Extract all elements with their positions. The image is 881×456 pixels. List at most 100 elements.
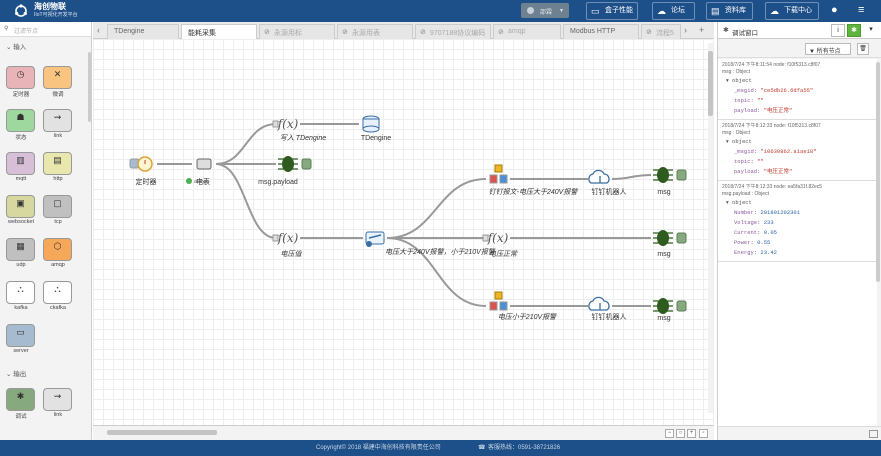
flow-node-fn_volt[interactable]: f(x) — [272, 231, 299, 245]
flow-node-switch[interactable] — [365, 231, 385, 247]
tab-流程5[interactable]: ⊘ 流程5 — [641, 24, 681, 39]
palette-node-icon: ▣ — [16, 198, 25, 208]
flow-node-debug3[interactable] — [653, 230, 687, 246]
palette-section-input[interactable]: ⌄ 输入 — [0, 37, 91, 51]
node-label: 钉钉报文-电压大于240V报警 — [489, 188, 579, 196]
debug-toggle-button[interactable] — [676, 300, 687, 312]
palette-filter-input[interactable]: ⚲ 过滤节点 — [0, 22, 91, 37]
tab-9707188协议编码[interactable]: ⊘ 9707188协议编码 — [415, 24, 491, 39]
tab-Modbus HTTP[interactable]: Modbus HTTP — [563, 24, 639, 39]
wire-meter-fn_td[interactable] — [215, 123, 277, 165]
flow-workspace[interactable]: 定时器 电表 active f(x) 写入 TDengine TDengine msg.pa… — [93, 39, 714, 425]
message-port-right — [499, 301, 508, 311]
box-performance-button[interactable]: ▭ 盒子性能 — [586, 2, 638, 20]
palette-node-微调[interactable]: ✕ — [43, 66, 72, 89]
palette-node-udp[interactable]: ▦ — [6, 238, 35, 261]
debug-message[interactable]: 2018/7/24 下午8:12:33 node: ea5fa31f.82ec5… — [718, 181, 877, 262]
menu-icon[interactable]: ≡ — [858, 4, 864, 16]
palette-node-http[interactable]: ▤ — [43, 152, 72, 175]
flow-node-dd_high[interactable] — [489, 164, 508, 184]
debug-tab-button[interactable]: ✱ — [847, 24, 861, 37]
palette-node-icon: ◷ — [16, 69, 25, 79]
object-key: topic — [734, 158, 751, 165]
palette-node-定时器[interactable]: ◷ — [6, 66, 35, 89]
zoom-in-button[interactable]: + — [687, 429, 696, 438]
palette-node-ckafka[interactable]: ⛬ — [43, 281, 72, 304]
debug-toggle-button[interactable] — [676, 232, 687, 244]
flow-node-debug4[interactable] — [653, 298, 687, 314]
debug-message-list: 2018/7/24 下午8:11:54 node: f10f5313.c8f07… — [718, 59, 877, 434]
tab-永源用标[interactable]: ⊘ 永源用标 — [259, 24, 335, 39]
flow-node-timer[interactable] — [129, 156, 153, 172]
wire-switch-dd_high[interactable] — [386, 178, 487, 239]
object-row: _msgid: "ce5db26.6dfa55" — [734, 87, 814, 94]
flow-node-dd_low[interactable] — [489, 291, 508, 311]
download-center-button[interactable]: ☁ 下载中心 — [765, 2, 819, 20]
palette-node-server[interactable]: ▭ — [6, 324, 35, 347]
workspace-hscrollbar[interactable] — [107, 430, 217, 435]
workspace-vscrollbar[interactable] — [708, 43, 713, 413]
warning-icon — [494, 291, 503, 300]
palette-node-状态[interactable]: ☗ — [6, 109, 35, 132]
flow-node-fn_td[interactable]: f(x) — [272, 117, 299, 131]
flow-node-debug1[interactable] — [278, 156, 312, 172]
zoom-out-button[interactable]: − — [665, 429, 674, 438]
navigator-button[interactable]: ▫ — [699, 429, 708, 438]
account-icon[interactable]: ● — [831, 4, 838, 16]
palette-node-label: link — [53, 412, 63, 418]
user-menu[interactable]: 邵霖 ▼ — [521, 3, 569, 18]
info-tab-button[interactable]: i — [831, 24, 845, 37]
tab-永源用表[interactable]: ⊘ 永源用表 — [337, 24, 413, 39]
object-toggle[interactable]: ▾ object — [726, 137, 875, 147]
object-value: 233 — [763, 219, 774, 226]
palette-scrollbar[interactable] — [88, 52, 91, 122]
flow-node-bot2[interactable] — [588, 296, 610, 311]
filter-all-nodes-button[interactable]: ▼ 所有节点 — [805, 43, 851, 55]
flow-node-fn_normal[interactable]: f(x) — [482, 231, 509, 245]
tab-scroll-left-icon[interactable]: ‹ — [97, 25, 100, 35]
debug-message[interactable]: 2018/7/24 下午8:12:33 node: f10f5313.c8f07… — [718, 120, 877, 181]
flow-node-tdengine[interactable] — [362, 115, 380, 133]
palette-node-kafka[interactable]: ⛬ — [6, 281, 35, 304]
input-port — [272, 120, 279, 128]
object-toggle[interactable]: ▾ object — [726, 76, 875, 86]
object-key: Voltage — [734, 219, 758, 226]
object-toggle[interactable]: ▾ object — [726, 198, 875, 208]
palette-node-mqtt[interactable]: ▥ — [6, 152, 35, 175]
add-tab-icon[interactable]: + — [699, 25, 704, 35]
palette-node-tcp[interactable]: ▢ — [43, 195, 72, 218]
sidebar-menu-icon[interactable]: ▾ — [864, 24, 878, 37]
forum-button[interactable]: ☁ 论坛 — [652, 2, 695, 20]
node-palette: ⚲ 过滤节点 ⌄ 输入 ◷ 定时器 ✕ 微调 ☗ 状态 ⇝ link ▥ mqtt ▤ http ▣ we… — [0, 22, 92, 440]
palette-node-websocket[interactable]: ▣ — [6, 195, 35, 218]
zoom-reset-button[interactable]: ○ — [676, 429, 685, 438]
cloud-icon — [588, 296, 610, 311]
tab-label: 能耗采集 — [188, 30, 216, 37]
tab-amqp[interactable]: ⊘ amqp — [493, 24, 561, 39]
clear-debug-button[interactable]: 🗑 — [857, 43, 869, 55]
palette-section-output[interactable]: ⌄ 输出 — [0, 364, 26, 378]
tab-TDengine[interactable]: TDengine — [107, 24, 179, 39]
library-button[interactable]: ▤ 资料库 — [706, 2, 753, 20]
debug-message[interactable]: 2018/7/24 下午8:11:54 node: f10f5313.c8f07… — [718, 59, 877, 120]
popout-icon[interactable] — [869, 430, 878, 438]
palette-node-调试[interactable]: ✱ — [6, 388, 35, 411]
debug-scrollbar[interactable] — [876, 62, 880, 282]
user-icon — [527, 7, 534, 14]
wire-meter-fn_volt[interactable] — [215, 163, 277, 239]
wire-bot1-debug2[interactable] — [611, 174, 652, 180]
palette-node-link[interactable]: ⇝ — [43, 109, 72, 132]
flow-node-debug2[interactable] — [653, 167, 687, 183]
tab-能耗采集[interactable]: 能耗采集 — [181, 24, 257, 40]
flow-node-bot1[interactable] — [588, 169, 610, 184]
palette-node-icon: ☗ — [16, 112, 25, 122]
debug-toggle-button[interactable] — [301, 158, 312, 170]
node-label: 写入 TDengine — [280, 134, 326, 142]
palette-node-icon: ▦ — [16, 241, 25, 251]
palette-node-link[interactable]: ⇝ — [43, 388, 72, 411]
debug-toggle-button[interactable] — [676, 169, 687, 181]
tab-scroll-right-icon[interactable]: › — [684, 25, 687, 35]
tab-label: Modbus HTTP — [570, 28, 616, 35]
flow-canvas[interactable]: 定时器 电表activef(x)写入 TDengine TDenginemsg.pa… — [93, 39, 714, 425]
palette-node-amqp[interactable]: ⬡ — [43, 238, 72, 261]
